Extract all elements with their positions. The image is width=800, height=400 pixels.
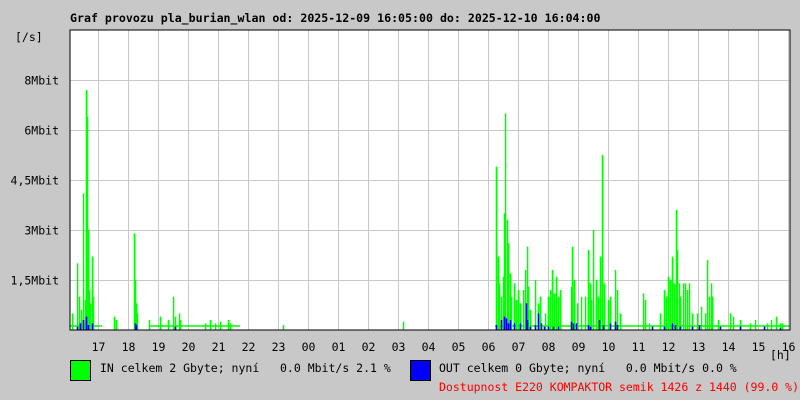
- y-axis-unit: [/s]: [15, 30, 43, 44]
- x-tick-label: 04: [422, 340, 436, 354]
- x-tick-label: 19: [152, 340, 166, 354]
- x-tick-label: 14: [722, 340, 736, 354]
- x-tick-label: 13: [692, 340, 706, 354]
- traffic-chart: Graf provozu pla_burian_wlan od: 2025-12…: [0, 0, 800, 400]
- legend-in-text: IN celkem 2 Gbyte; nyní 0.0 Mbit/s 2.1 %: [100, 361, 391, 375]
- x-axis-unit: [h]: [770, 348, 791, 362]
- x-tick-label: 07: [512, 340, 526, 354]
- legend-in-swatch: [70, 360, 91, 381]
- x-tick-label: 02: [362, 340, 376, 354]
- x-tick-label: 12: [662, 340, 676, 354]
- x-tick-label: 20: [182, 340, 196, 354]
- chart-title: Graf provozu pla_burian_wlan od: 2025-12…: [70, 11, 601, 26]
- x-tick-label: 10: [602, 340, 616, 354]
- y-tick-label: 8Mbit: [24, 74, 59, 88]
- y-tick-label: 6Mbit: [24, 124, 59, 138]
- x-tick-label: 15: [752, 340, 766, 354]
- availability-text: Dostupnost E220 KOMPAKTOR semik 1426 z 1…: [439, 380, 799, 394]
- x-tick-label: 17: [92, 340, 106, 354]
- y-tick-label: 1,5Mbit: [11, 274, 59, 288]
- x-tick-label: 23: [272, 340, 286, 354]
- x-tick-label: 22: [242, 340, 256, 354]
- x-tick-label: 01: [332, 340, 346, 354]
- legend-out-text: OUT celkem 0 Gbyte; nyní 0.0 Mbit/s 0.0 …: [439, 361, 737, 375]
- x-tick-label: 11: [632, 340, 646, 354]
- y-tick-label: 3Mbit: [24, 224, 59, 238]
- x-tick-label: 03: [392, 340, 406, 354]
- x-tick-label: 21: [212, 340, 226, 354]
- x-tick-label: 00: [302, 340, 316, 354]
- legend-out-swatch: [410, 360, 431, 381]
- x-tick-label: 05: [452, 340, 466, 354]
- x-tick-label: 06: [482, 340, 496, 354]
- y-tick-label: 4,5Mbit: [11, 174, 59, 188]
- x-tick-label: 08: [542, 340, 556, 354]
- x-tick-label: 09: [572, 340, 586, 354]
- x-tick-label: 18: [122, 340, 136, 354]
